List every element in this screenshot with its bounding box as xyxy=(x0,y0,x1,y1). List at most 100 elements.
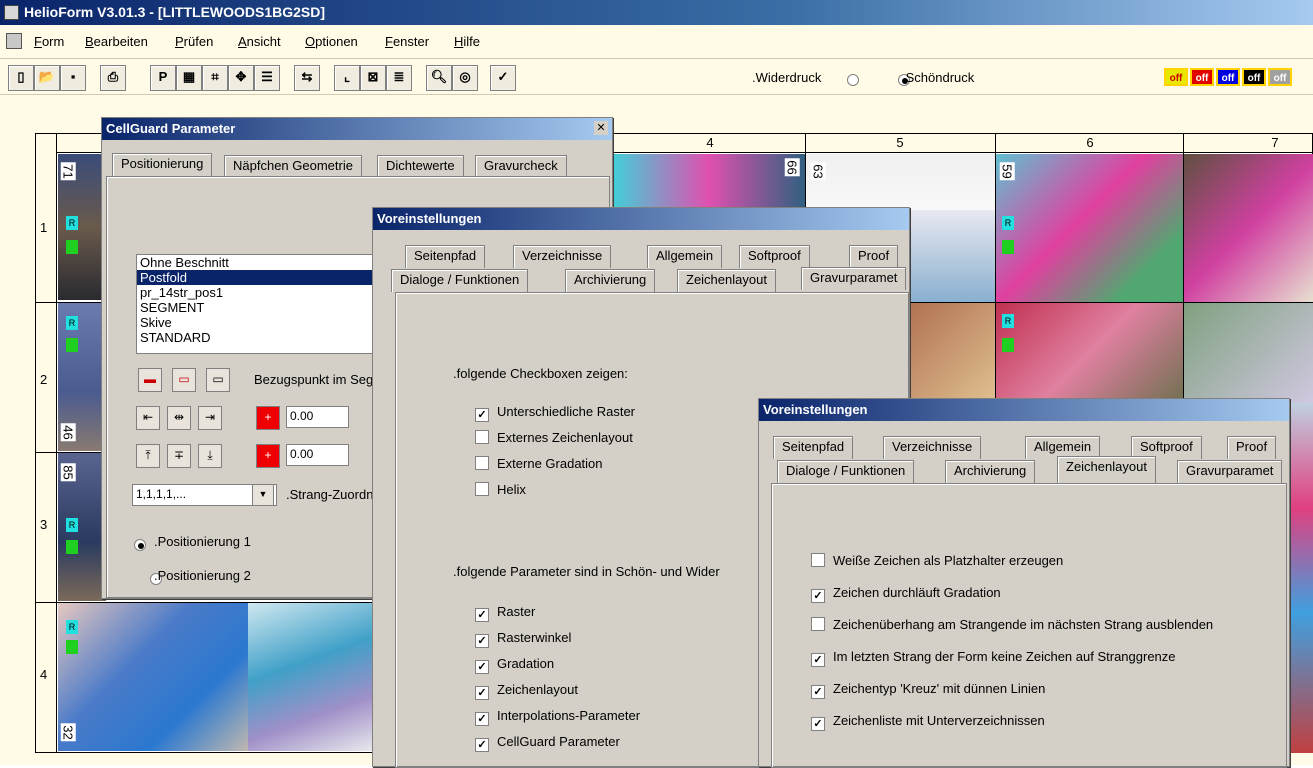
tab-positionierung[interactable]: Positionierung xyxy=(112,153,213,176)
off-toggle-red[interactable]: off xyxy=(1190,68,1214,86)
menu-hilfe[interactable]: Hilfe xyxy=(454,34,480,49)
tab-gravurparameter[interactable]: Gravurparamet xyxy=(1177,460,1283,483)
align-left-icon[interactable]: ⇤ xyxy=(136,406,160,430)
off-toggle-yellow[interactable]: off xyxy=(1164,68,1188,86)
align-right-icon[interactable]: ⇥ xyxy=(198,406,222,430)
checkbox-letzter-strang[interactable]: ✓ Im letzten Strang der Form keine Zeiche… xyxy=(811,649,1176,667)
tab-gravurparameter[interactable]: Gravurparamet xyxy=(801,267,907,290)
offset-y-field[interactable]: 0.00 xyxy=(286,444,349,466)
page-thumbnail[interactable] xyxy=(806,154,995,210)
bottom-reference-icon[interactable]: ▭ xyxy=(206,368,230,392)
segment-icon[interactable]: ⌗ xyxy=(202,65,228,91)
p-button[interactable]: P xyxy=(150,65,176,91)
checkbox-zeichen-gradation[interactable]: ✓ Zeichen durchläuft Gradation xyxy=(811,585,1001,603)
checkbox-zeichenlayout[interactable]: ✓ Zeichenlayout xyxy=(475,682,578,700)
target-icon[interactable]: ◎ xyxy=(452,65,478,91)
menu-pruefen[interactable]: Prüfen xyxy=(175,34,213,49)
checkbox-box[interactable] xyxy=(475,456,489,470)
checkbox-interpolations-parameter[interactable]: ✓ Interpolations-Parameter xyxy=(475,708,640,726)
checkbox-gradation[interactable]: ✓ Gradation xyxy=(475,656,554,674)
checkbox-rasterwinkel[interactable]: ✓ Rasterwinkel xyxy=(475,630,571,648)
menu-ansicht[interactable]: Ansicht xyxy=(238,34,281,49)
middle-reference-icon[interactable]: ▭ xyxy=(172,368,196,392)
open-folder-icon[interactable]: 📂 xyxy=(34,65,60,91)
tab-softproof[interactable]: Softproof xyxy=(739,245,810,268)
tab-proof[interactable]: Proof xyxy=(849,245,899,268)
tab-naepfchen-geometrie[interactable]: Näpfchen Geometrie xyxy=(224,155,362,178)
list-icon[interactable]: ☰ xyxy=(254,65,280,91)
tab-archivierung[interactable]: Archivierung xyxy=(945,460,1036,483)
tab-verzeichnisse[interactable]: Verzeichnisse xyxy=(883,436,982,459)
checkbox-box[interactable]: ✓ xyxy=(475,738,489,752)
checkbox-unterschiedliche-raster[interactable]: ✓ Unterschiedliche Raster xyxy=(475,404,635,422)
checkbox-box[interactable]: ✓ xyxy=(811,589,825,603)
checkbox-box[interactable]: ✓ xyxy=(475,686,489,700)
page-thumbnail[interactable] xyxy=(906,303,995,403)
menu-form[interactable]: Form xyxy=(34,34,64,49)
document-icon[interactable] xyxy=(6,33,22,49)
segment-listbox[interactable]: Ohne Beschnitt Postfold pr_14str_pos1 SE… xyxy=(136,254,398,354)
app-icon[interactable] xyxy=(4,5,19,20)
checkbox-box[interactable] xyxy=(475,430,489,444)
checkbox-box[interactable]: ✓ xyxy=(811,653,825,667)
page-thumbnail[interactable] xyxy=(248,603,386,751)
center-icon[interactable]: ⊠ xyxy=(360,65,386,91)
tab-proof[interactable]: Proof xyxy=(1227,436,1277,459)
checkbox-box[interactable]: ✓ xyxy=(475,660,489,674)
checkbox-box[interactable]: ✓ xyxy=(811,685,825,699)
align-top-icon[interactable]: ⤒ xyxy=(136,444,160,468)
tab-gravurcheck[interactable]: Gravurcheck xyxy=(475,155,567,178)
list-item[interactable]: STANDARD xyxy=(137,330,397,345)
tab-verzeichnisse[interactable]: Verzeichnisse xyxy=(513,245,612,268)
list-item[interactable]: SEGMENT xyxy=(137,300,397,315)
check-icon[interactable]: ✓ xyxy=(490,65,516,91)
zoom-icon[interactable]: 🔍︎ xyxy=(426,65,452,91)
move-icon[interactable]: ✥ xyxy=(228,65,254,91)
page-thumbnail[interactable] xyxy=(1184,303,1313,403)
list-item[interactable]: Ohne Beschnitt xyxy=(137,255,397,270)
checkbox-box[interactable]: ✓ xyxy=(475,712,489,726)
page-thumbnail[interactable] xyxy=(612,154,805,210)
corner-icon[interactable]: ⌞ xyxy=(334,65,360,91)
list-item[interactable]: Skive xyxy=(137,315,397,330)
tab-seitenpfad[interactable]: Seitenpfad xyxy=(405,245,486,268)
arrange-icon[interactable]: ⇆ xyxy=(294,65,320,91)
grid-icon[interactable]: ▦ xyxy=(176,65,202,91)
page-thumbnail[interactable] xyxy=(906,210,995,302)
close-icon[interactable]: ✕ xyxy=(594,121,608,135)
checkbox-box[interactable] xyxy=(811,553,825,567)
checkbox-cellguard-parameter[interactable]: ✓ CellGuard Parameter xyxy=(475,734,620,752)
tab-dialoge-funktionen[interactable]: Dialoge / Funktionen xyxy=(391,269,529,292)
save-icon[interactable]: ▪ xyxy=(60,65,86,91)
page-thumbnail[interactable] xyxy=(1184,154,1313,302)
checkbox-weisse-zeichen[interactable]: Weiße Zeichen als Platzhalter erzeugen xyxy=(811,553,1063,568)
print-icon[interactable]: ⎙ xyxy=(100,65,126,91)
checkbox-zeichentyp-kreuz[interactable]: ✓ Zeichentyp 'Kreuz' mit dünnen Linien xyxy=(811,681,1045,699)
widerdruck-radio[interactable] xyxy=(847,73,859,86)
chevron-down-icon[interactable]: ▼ xyxy=(252,484,274,506)
tab-dialoge-funktionen[interactable]: Dialoge / Funktionen xyxy=(777,460,915,483)
off-toggle-grey[interactable]: off xyxy=(1268,68,1292,86)
tab-dichtewerte[interactable]: Dichtewerte xyxy=(377,155,464,178)
checkbox-box[interactable]: ✓ xyxy=(475,634,489,648)
checkbox-box[interactable] xyxy=(811,617,825,631)
lines-icon[interactable]: ≣ xyxy=(386,65,412,91)
offset-x-field[interactable]: 0.00 xyxy=(286,406,349,428)
page-thumbnail[interactable] xyxy=(58,603,248,751)
list-item[interactable]: Postfold xyxy=(137,270,397,285)
page-thumbnail[interactable] xyxy=(996,303,1183,403)
new-file-icon[interactable]: ▯ xyxy=(8,65,34,91)
tab-allgemein[interactable]: Allgemein xyxy=(647,245,723,268)
off-toggle-black[interactable]: off xyxy=(1242,68,1266,86)
page-thumbnail[interactable] xyxy=(996,154,1183,302)
checkbox-box[interactable]: ✓ xyxy=(475,608,489,622)
checkbox-zeichenueberhang[interactable]: Zeichenüberhang am Strangende im nächste… xyxy=(811,617,1213,632)
checkbox-zeichenliste[interactable]: ✓ Zeichenliste mit Unterverzeichnissen xyxy=(811,713,1045,731)
menu-optionen[interactable]: Optionen xyxy=(305,34,358,49)
positionierung1-radio[interactable] xyxy=(134,538,146,551)
menu-fenster[interactable]: Fenster xyxy=(385,34,429,49)
top-reference-icon[interactable]: ▬ xyxy=(138,368,162,392)
align-bottom-icon[interactable]: ⤓ xyxy=(198,444,222,468)
align-vcenter-icon[interactable]: ∓ xyxy=(167,444,191,468)
tab-archivierung[interactable]: Archivierung xyxy=(565,269,656,292)
